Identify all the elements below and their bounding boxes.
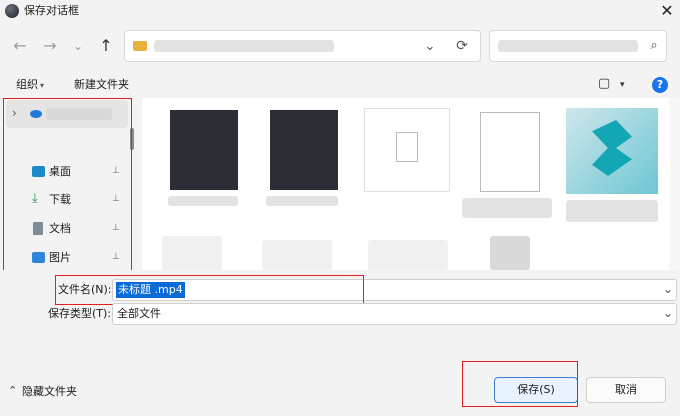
file-list-scrollbar[interactable]: [670, 98, 680, 270]
file-item-partial[interactable]: [368, 240, 448, 270]
highlight-box-save: [462, 361, 578, 407]
title-bar: [0, 0, 680, 22]
folder-icon: [133, 41, 147, 51]
organize-chevron-icon: ▾: [40, 81, 45, 90]
generic-file-icon-large[interactable]: [480, 112, 540, 192]
filetype-select[interactable]: 全部文件 ⌄: [112, 303, 677, 325]
filename-dropdown-icon[interactable]: ⌄: [663, 282, 673, 296]
organize-button[interactable]: 组织: [16, 78, 38, 92]
address-dropdown-icon[interactable]: ⌄: [420, 37, 440, 57]
view-icon[interactable]: ▢: [598, 77, 610, 91]
chevron-up-icon[interactable]: ⌃: [8, 384, 17, 397]
cancel-button[interactable]: 取消: [586, 377, 666, 403]
file-name-blurred: [462, 198, 552, 218]
file-item-partial[interactable]: [490, 236, 530, 270]
file-name-blurred: [266, 196, 338, 206]
help-icon[interactable]: ?: [652, 77, 668, 93]
up-arrow-icon[interactable]: ↑: [96, 36, 116, 56]
new-folder-button[interactable]: 新建文件夹: [74, 78, 129, 92]
file-item-partial[interactable]: [162, 236, 222, 270]
file-thumbnail-video-2[interactable]: [270, 110, 338, 190]
filetype-dropdown-icon[interactable]: ⌄: [663, 306, 673, 320]
highlight-box-filename: [55, 275, 364, 305]
3d-logo-shape: [592, 120, 632, 176]
file-name-blurred: [168, 196, 238, 206]
close-icon[interactable]: ✕: [656, 0, 678, 22]
address-path-blurred: [154, 40, 334, 52]
window-title: 保存对话框: [24, 4, 79, 17]
generic-file-icon: [396, 132, 418, 162]
hide-folders-button[interactable]: 隐藏文件夹: [22, 384, 77, 400]
search-placeholder-blurred: [498, 40, 638, 52]
file-thumbnail-video-1[interactable]: [170, 110, 238, 190]
history-chevron-icon[interactable]: ⌄: [68, 36, 88, 56]
forward-arrow-icon[interactable]: →: [40, 36, 60, 56]
file-item-partial[interactable]: [262, 240, 332, 270]
filetype-label: 保存类型(T):: [48, 307, 112, 320]
search-icon: ⌕: [650, 38, 658, 53]
file-thumbnail-3d-logo[interactable]: [566, 108, 658, 194]
view-dropdown-icon[interactable]: ▾: [620, 78, 625, 92]
file-name-blurred: [566, 200, 658, 222]
refresh-icon[interactable]: ⟳: [452, 36, 472, 56]
dialog-footer: [0, 356, 680, 416]
app-icon: [5, 4, 19, 18]
highlight-box-sidebar: [3, 98, 132, 280]
back-arrow-icon[interactable]: ←: [10, 36, 30, 56]
filetype-value: 全部文件: [117, 307, 161, 320]
